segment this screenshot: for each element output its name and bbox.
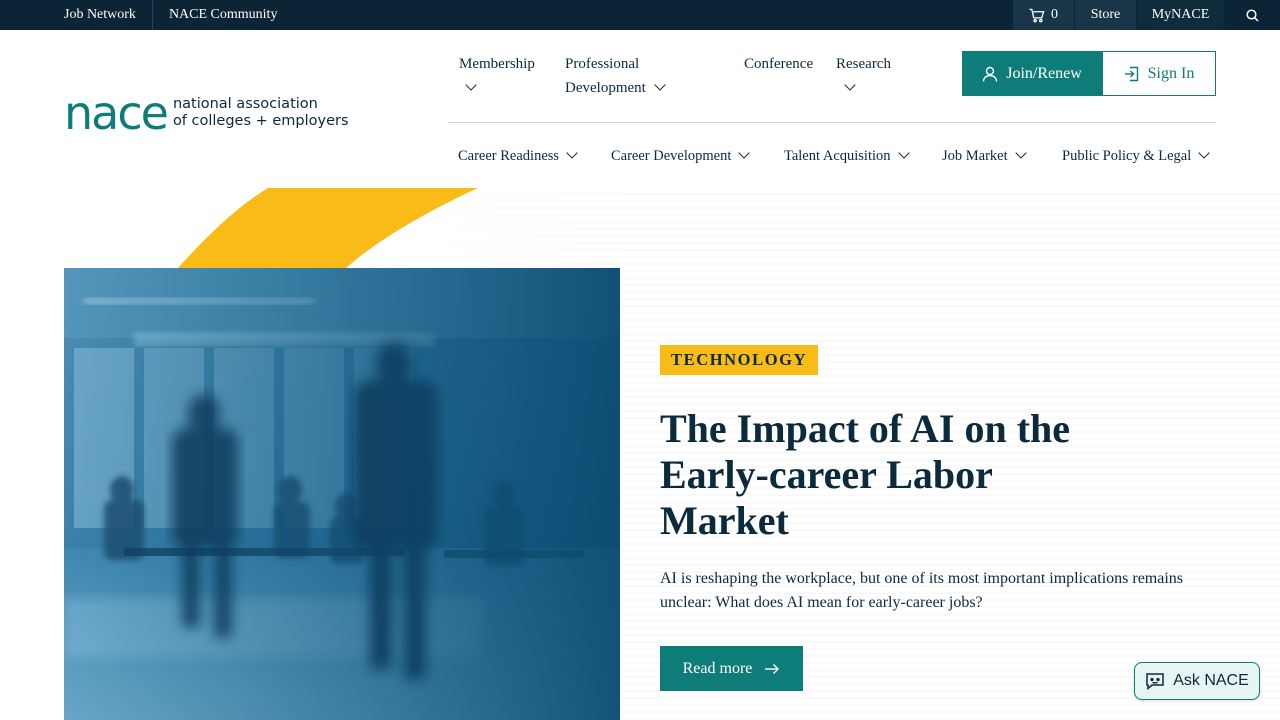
search-button[interactable]	[1224, 0, 1280, 30]
nav-talent-acquisition-label: Talent Acquisition	[784, 148, 891, 164]
store-link[interactable]: Store	[1074, 0, 1136, 30]
utility-divider	[151, 0, 153, 30]
chevron-down-icon	[654, 79, 666, 91]
nav-membership[interactable]: Membership	[459, 52, 535, 100]
nav-job-market-label: Job Market	[942, 148, 1008, 164]
job-network-link[interactable]: Job Network	[64, 7, 136, 23]
sign-in-button[interactable]: Sign In	[1102, 51, 1216, 96]
user-icon	[983, 66, 998, 82]
arrow-right-icon	[765, 663, 780, 674]
nace-logo[interactable]: nace national association of colleges + …	[64, 90, 349, 136]
hero-image	[64, 268, 620, 720]
cart-button[interactable]: 0	[1012, 0, 1074, 30]
read-more-button[interactable]: Read more	[660, 646, 803, 691]
mynace-link[interactable]: MyNACE	[1136, 0, 1224, 30]
header-divider	[448, 122, 1216, 123]
chevron-down-icon	[1014, 147, 1027, 159]
sign-in-icon	[1124, 66, 1138, 81]
nav-career-readiness[interactable]: Career Readiness	[458, 145, 578, 167]
join-renew-label: Join/Renew	[1006, 64, 1082, 82]
nav-conference[interactable]: Conference	[744, 52, 813, 76]
nav-career-development[interactable]: Career Development	[611, 145, 751, 167]
nace-community-link[interactable]: NACE Community	[169, 7, 278, 23]
nav-research[interactable]: Research	[836, 52, 891, 100]
logo-line-1: national association	[172, 96, 318, 112]
category-tag[interactable]: TECHNOLOGY	[660, 345, 819, 375]
ask-nace-label: Ask NACE	[1173, 672, 1249, 689]
logo-line-2: of colleges + employers	[172, 113, 349, 129]
join-renew-button[interactable]: Join/Renew	[962, 51, 1102, 96]
yellow-swoosh-decoration	[178, 188, 478, 268]
nav-membership-label: Membership	[459, 56, 535, 72]
chevron-down-icon	[844, 79, 856, 91]
nav-job-market[interactable]: Job Market	[942, 145, 1027, 167]
cart-icon	[1029, 8, 1045, 22]
hero-headline[interactable]: The Impact of AI on the Early-career Lab…	[660, 406, 1130, 544]
read-more-label: Read more	[682, 659, 753, 677]
logo-mark: nace	[64, 86, 169, 140]
nav-public-policy-label: Public Policy & Legal	[1062, 148, 1192, 164]
cart-count: 0	[1051, 7, 1058, 22]
nav-talent-acquisition[interactable]: Talent Acquisition	[784, 145, 910, 167]
nav-public-policy[interactable]: Public Policy & Legal	[1062, 145, 1210, 167]
sign-in-label: Sign In	[1147, 64, 1195, 82]
chevron-down-icon	[566, 147, 578, 159]
search-icon	[1246, 8, 1259, 22]
chat-bot-icon	[1146, 673, 1164, 690]
nav-prof-dev-label-1: Professional	[565, 56, 640, 72]
logo-wordmark: national association of colleges + emplo…	[173, 96, 349, 130]
nav-career-development-label: Career Development	[611, 148, 732, 164]
chevron-down-icon	[738, 147, 751, 159]
chevron-down-icon	[897, 147, 910, 159]
nav-career-readiness-label: Career Readiness	[458, 148, 560, 164]
nav-conference-label: Conference	[744, 56, 814, 72]
nav-professional-development[interactable]: Professional Development	[565, 52, 666, 100]
chevron-down-icon	[1198, 147, 1210, 159]
ask-nace-chat-button[interactable]: Ask NACE	[1134, 662, 1260, 700]
utility-bar: Job Network NACE Community 0 Store MyNAC…	[0, 0, 1280, 30]
utility-links-left: Job Network NACE Community	[64, 0, 277, 30]
nav-prof-dev-label-2: Development	[565, 80, 646, 96]
nav-research-label: Research	[836, 56, 891, 72]
utility-links-right: 0 Store MyNACE	[1012, 0, 1280, 30]
hero-summary: AI is reshaping the workplace, but one o…	[660, 570, 1184, 611]
chevron-down-icon	[465, 79, 477, 91]
